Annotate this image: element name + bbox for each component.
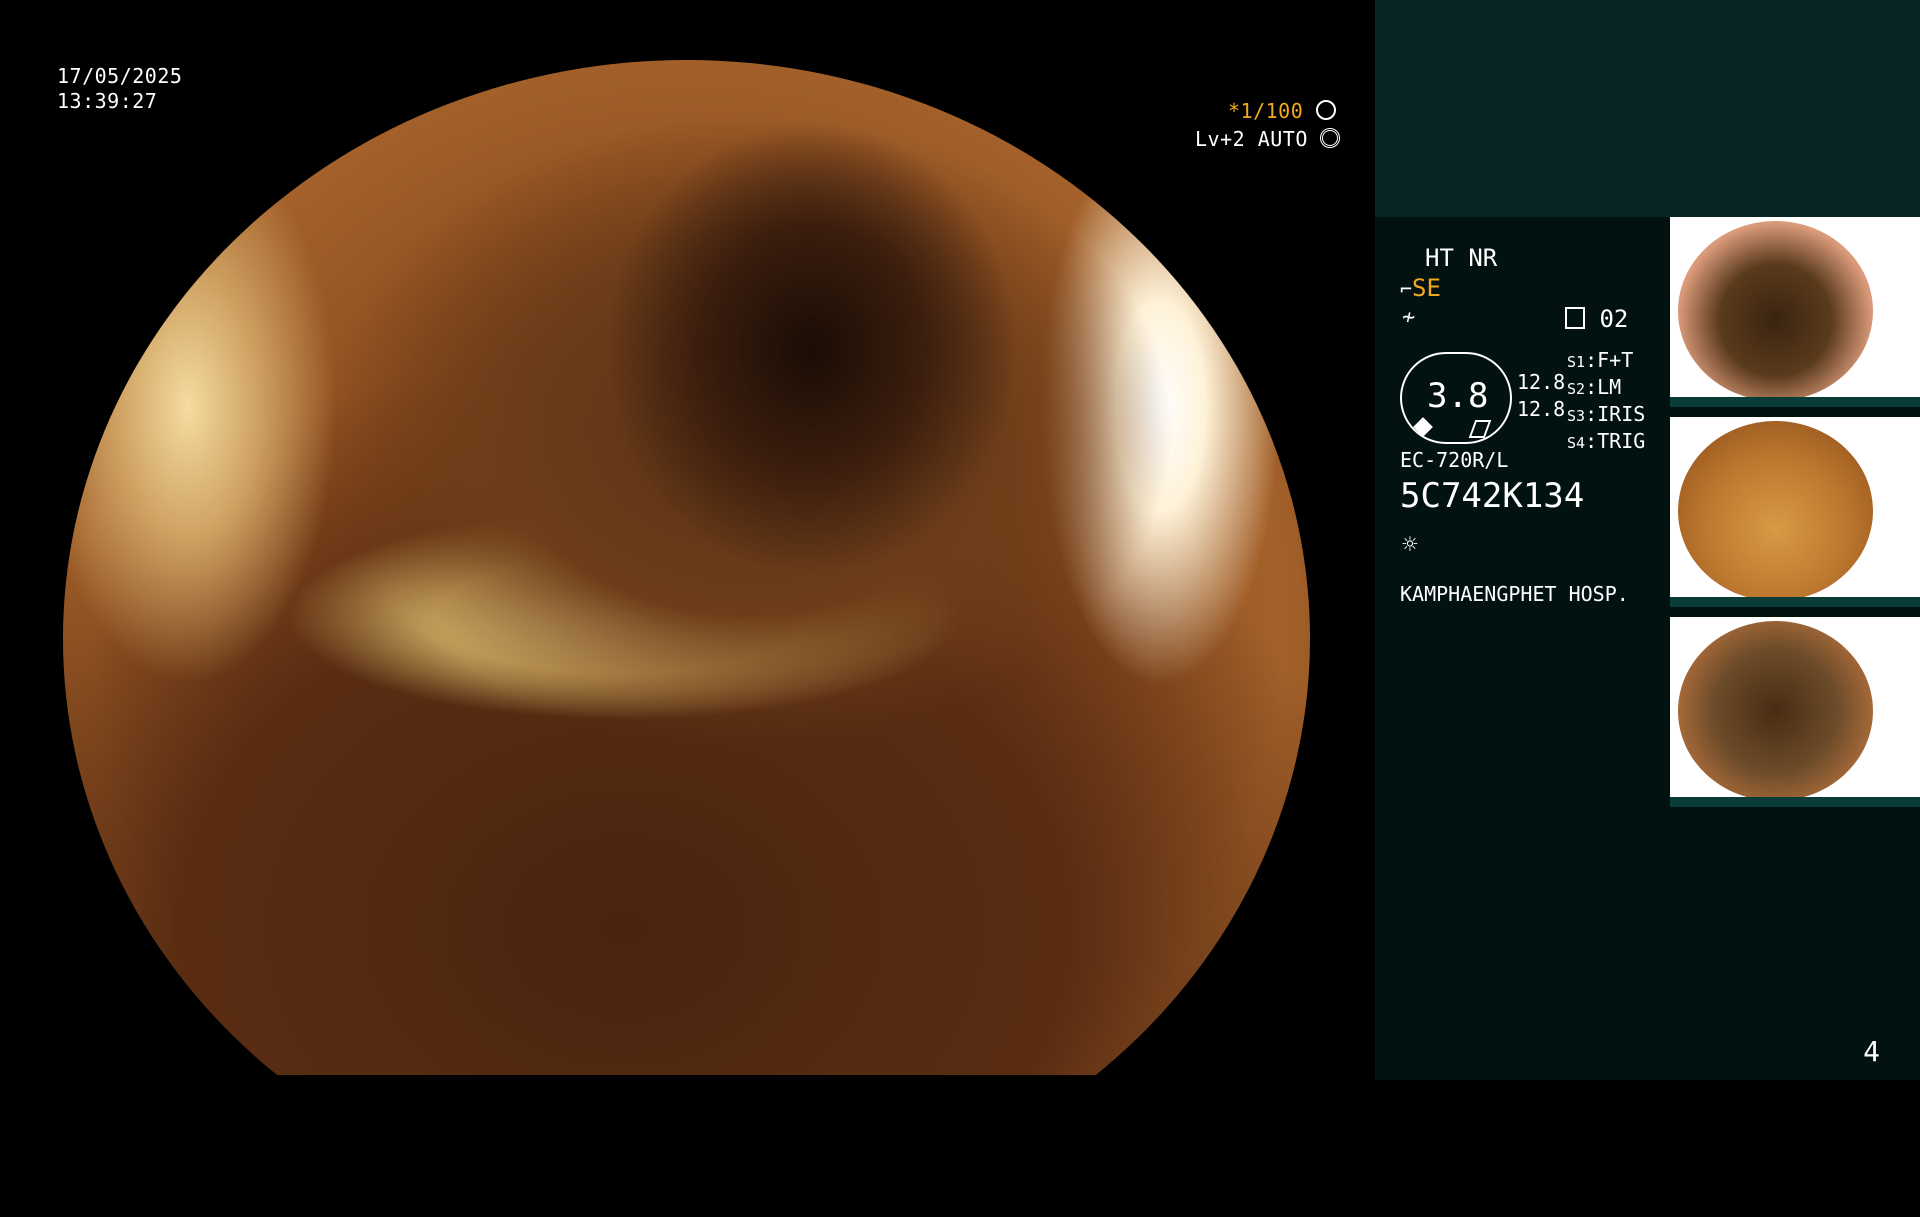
gauge-value: 3.8 <box>1427 376 1489 416</box>
sidebar-header-panel <box>1375 0 1920 217</box>
record-count: 02 <box>1599 305 1629 333</box>
thumbnail-2-caption-bar <box>1670 597 1920 607</box>
endoscopic-image <box>63 60 1310 1075</box>
scope-serial: 5C742K134 <box>1400 476 1585 516</box>
scope-model: EC-720R/L <box>1400 448 1509 472</box>
endoscopic-image-frame <box>63 60 1310 1075</box>
aperture-icon <box>1315 100 1336 120</box>
thumbnail-3[interactable] <box>1670 617 1920 807</box>
iris-icon <box>1320 128 1341 148</box>
thumbnail-3-image <box>1678 621 1873 801</box>
status-sidebar <box>1375 0 1920 1080</box>
light-bulb-icon: ☼ <box>1402 530 1418 560</box>
shutter-speed: *1/100 <box>1228 98 1336 124</box>
hospital-name: KAMPHAENGPHET HOSP. <box>1400 582 1629 606</box>
se-label: SE <box>1412 274 1441 302</box>
switch-4: S4:TRIG <box>1567 429 1646 453</box>
thumbnail-2[interactable] <box>1670 417 1920 607</box>
endoscopy-main-view: 17/05/2025 13:39:27 *1/100 Lv+2 AUTO <box>0 0 1375 1080</box>
thumbnail-2-image <box>1678 421 1873 601</box>
capture-time: 13:39:27 <box>57 89 158 113</box>
switch-3: S3:IRIS <box>1567 402 1646 426</box>
thumbnail-1-caption-bar <box>1670 397 1920 407</box>
thumbnail-1-image <box>1678 221 1873 401</box>
iris-mode: Lv+2 AUTO <box>1195 126 1341 152</box>
shutter-speed-value: *1/100 <box>1228 99 1304 123</box>
capture-date: 17/05/2025 <box>57 64 183 88</box>
iris-mode-value: Lv+2 AUTO <box>1195 127 1308 151</box>
switch-2: S2:LM <box>1567 375 1622 399</box>
switch-list: S1:F+T S2:LM S3:IRIS S4:TRIG <box>1567 348 1645 456</box>
gauge-value-a: 12.8 <box>1517 370 1566 394</box>
thumbnail-1[interactable] <box>1670 217 1920 407</box>
record-indicator: 02 <box>1565 305 1628 333</box>
thumbnail-strip <box>1670 217 1920 817</box>
gauge-value-b: 12.8 <box>1517 397 1566 421</box>
processing-mode: HT NR <box>1425 244 1498 272</box>
record-icon <box>1565 307 1585 329</box>
page-number: 4 <box>1863 1035 1880 1068</box>
se-indicator: ⌐SE <box>1400 274 1441 302</box>
scope-tip-icon: ⌐ <box>1400 277 1413 301</box>
switch-1: S1:F+T <box>1567 348 1634 372</box>
freeze-icon: ≁ <box>1402 305 1416 330</box>
thumbnail-3-caption-bar <box>1670 797 1920 807</box>
